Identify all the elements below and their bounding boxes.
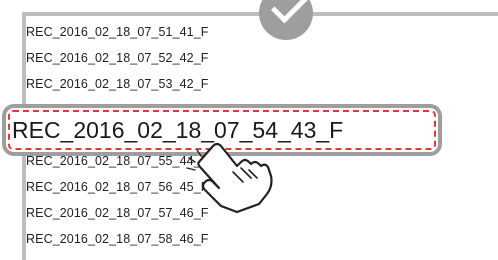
check-icon — [271, 0, 310, 24]
file-list-item[interactable]: REC_2016_02_18_07_53_42_F — [26, 73, 209, 95]
file-list-item[interactable]: REC_2016_02_18_07_52_42_F — [26, 47, 209, 69]
hand-cursor-icon — [186, 142, 273, 214]
file-list-item[interactable]: REC_2016_02_18_07_58_46_F — [26, 228, 209, 250]
file-list-item[interactable]: REC_2016_02_18_07_51_41_F — [26, 21, 209, 43]
check-badge — [259, 0, 313, 40]
